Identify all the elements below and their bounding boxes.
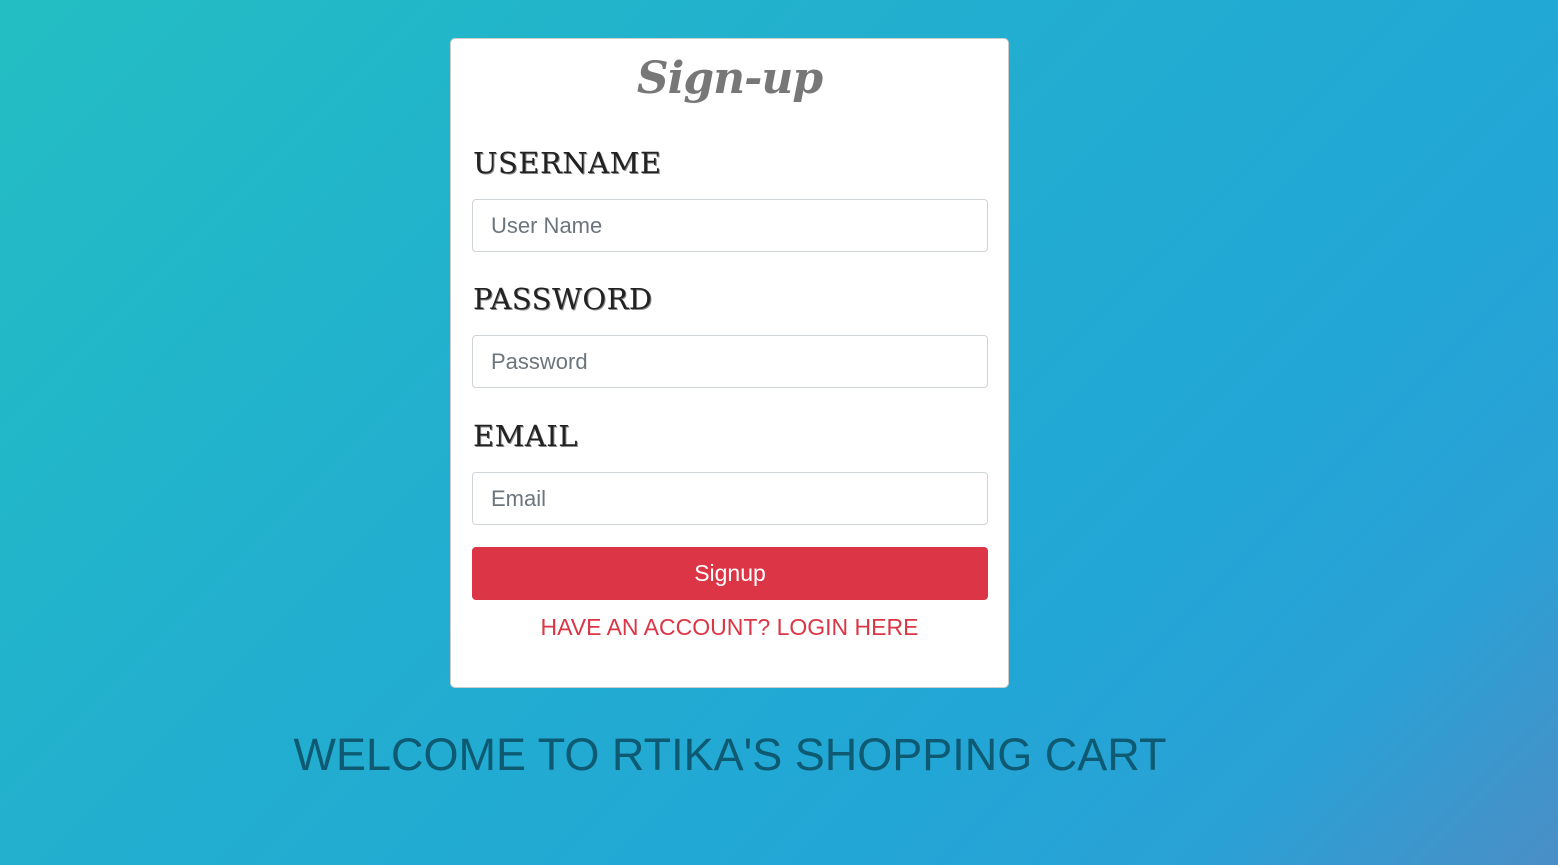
form-title: Sign-up: [636, 53, 823, 104]
signup-card: Sign-up USERNAME PASSWORD EMAIL Signup H…: [450, 38, 1009, 688]
email-input[interactable]: [472, 472, 988, 525]
password-input[interactable]: [472, 335, 988, 388]
login-link[interactable]: HAVE AN ACCOUNT? LOGIN HERE: [451, 612, 1008, 642]
welcome-heading: WELCOME TO RTIKA'S SHOPPING CART: [293, 729, 1167, 780]
password-label: PASSWORD: [473, 282, 653, 316]
username-label: USERNAME: [473, 146, 662, 180]
username-input[interactable]: [472, 199, 988, 252]
signup-button[interactable]: Signup: [472, 547, 988, 600]
email-label: EMAIL: [473, 419, 579, 453]
